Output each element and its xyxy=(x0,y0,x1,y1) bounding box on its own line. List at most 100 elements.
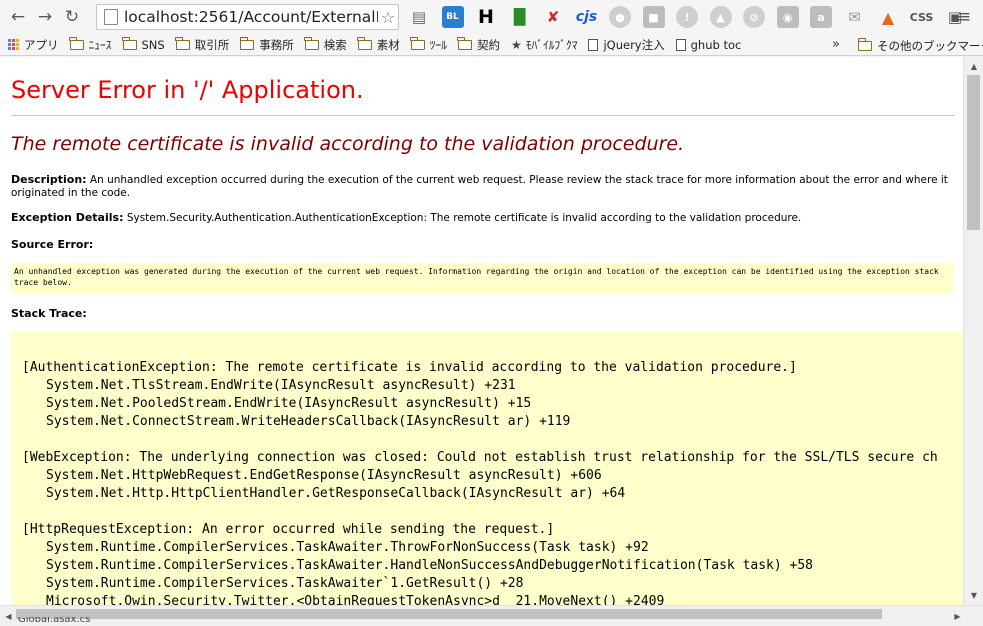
source-error-box: An unhandled exception was generated dur… xyxy=(11,263,954,293)
trace-frame: System.Runtime.CompilerServices.TaskAwai… xyxy=(46,558,814,573)
bookmark-label: 事務所 xyxy=(259,37,294,52)
bookmark-ghub-toc[interactable]: ghub toc xyxy=(675,37,742,52)
bookmark-folder-office[interactable]: 事務所 xyxy=(239,36,294,53)
bookmark-label: ﾆｭｰｽ xyxy=(88,37,112,52)
doc-icon xyxy=(588,38,599,51)
cjs-icon[interactable]: cjs xyxy=(576,6,598,28)
scroll-up-icon[interactable]: ▲ xyxy=(964,59,983,74)
url-text[interactable]: localhost:2561/Account/ExternalLog xyxy=(124,8,378,26)
bookmarks-bar: アプリ ﾆｭｰｽ SNS 取引所 事務所 検索 素材 ﾂｰﾙ 契約 ★ ﾓﾊﾞｲ… xyxy=(0,34,983,56)
extension-icons: ▤ BL H █ ✘ cjs ● ■ ! ▲ ⊘ ◉ a ✉ ▲ CSS ▣ xyxy=(408,6,978,28)
bookmark-label: ghub toc xyxy=(690,37,742,52)
folder-icon xyxy=(457,36,472,50)
vertical-scroll-thumb[interactable] xyxy=(967,75,980,230)
folder-icon xyxy=(357,36,372,50)
trace-frame: System.Runtime.CompilerServices.TaskAwai… xyxy=(46,576,524,591)
reload-icon[interactable]: ↻ xyxy=(60,5,84,29)
trace-frame: System.Net.TlsStream.EndWrite(IAsyncResu… xyxy=(46,378,516,393)
bars-icon[interactable]: █ xyxy=(509,6,531,28)
bookmark-jquery[interactable]: jQuery注入 xyxy=(588,37,665,53)
folder-icon xyxy=(69,36,84,50)
doc-icon xyxy=(675,38,686,51)
bookmark-apps[interactable]: アプリ xyxy=(8,37,59,53)
other-bookmarks[interactable]: その他のブックマーク xyxy=(857,38,983,54)
rss-icon[interactable]: ◉ xyxy=(776,6,799,28)
no-icon[interactable]: ⊘ xyxy=(743,6,765,28)
a-icon[interactable]: a xyxy=(810,6,832,28)
bookmark-star-icon[interactable]: ☆ xyxy=(378,8,398,27)
circle-icon[interactable]: ! xyxy=(676,6,698,28)
bookmarks-more-button[interactable]: » xyxy=(832,37,840,52)
bookmark-folder-search[interactable]: 検索 xyxy=(304,36,347,53)
error-message: The remote certificate is invalid accord… xyxy=(11,133,685,155)
taskbar-peek: Global.asax.cs xyxy=(18,617,91,625)
puzzle-icon[interactable]: ■ xyxy=(642,6,665,28)
bookmark-label: ﾓﾊﾞｲﾙﾌﾞｸﾏ xyxy=(525,37,578,52)
trace-blank xyxy=(22,503,963,521)
bookmark-folder-tools[interactable]: ﾂｰﾙ xyxy=(410,36,447,53)
exception-label: Exception Details: xyxy=(11,211,124,224)
scroll-right-icon[interactable]: ▶ xyxy=(950,606,965,626)
bookmark-folder-news[interactable]: ﾆｭｰｽ xyxy=(69,36,112,53)
forward-icon[interactable]: → xyxy=(33,5,57,29)
fire-icon[interactable]: ▲ xyxy=(877,6,899,28)
page-viewport: Server Error in '/' Application. The rem… xyxy=(0,57,963,605)
trace-frame: System.Net.ConnectStream.WriteHeadersCal… xyxy=(46,414,571,429)
folder-icon xyxy=(122,36,137,50)
page-icon xyxy=(104,9,118,25)
bookmark-label: 素材 xyxy=(376,37,400,52)
grey-icon-1[interactable]: ● xyxy=(609,6,631,28)
drive-icon[interactable]: ▲ xyxy=(709,6,732,28)
stack-trace-box: [AuthenticationException: The remote cer… xyxy=(11,332,963,605)
bl-icon[interactable]: BL xyxy=(441,6,464,28)
bookmark-label: ﾂｰﾙ xyxy=(429,37,447,52)
cast-icon[interactable]: ▤ xyxy=(408,6,430,28)
trace-frame: Microsoft.Owin.Security.Twitter.<ObtainR… xyxy=(46,594,665,605)
bookmark-folder-sns[interactable]: SNS xyxy=(122,36,165,52)
bookmark-label: SNS xyxy=(141,37,165,52)
bookmark-label: 契約 xyxy=(476,37,500,52)
folder-icon xyxy=(410,36,425,50)
horizontal-scroll-thumb[interactable] xyxy=(16,609,882,619)
trace-frame: System.Net.HttpWebRequest.EndGetResponse… xyxy=(46,468,602,483)
bookmark-label: 検索 xyxy=(323,37,347,52)
page-title: Server Error in '/' Application. xyxy=(11,76,364,104)
bookmark-folder-exchange[interactable]: 取引所 xyxy=(175,36,230,53)
trace-exception-header: [WebException: The underlying connection… xyxy=(22,450,938,465)
star-icon: ★ xyxy=(510,37,522,52)
trace-frame: System.Net.Http.HttpClientHandler.GetRes… xyxy=(46,486,626,501)
vertical-scrollbar[interactable]: ▲ ▼ xyxy=(963,57,983,605)
menu-icon[interactable]: ≡ xyxy=(953,6,975,28)
source-error-label: Source Error: xyxy=(11,238,94,251)
css-icon[interactable]: CSS xyxy=(910,6,934,28)
folder-icon xyxy=(857,38,872,51)
trace-blank xyxy=(22,431,963,449)
exception-details: Exception Details: System.Security.Authe… xyxy=(11,211,801,225)
folder-icon xyxy=(239,36,255,50)
trace-exception-header: [HttpRequestException: An error occurred… xyxy=(22,522,555,537)
h-icon[interactable]: H xyxy=(475,6,497,28)
bookmark-mobile[interactable]: ★ ﾓﾊﾞｲﾙﾌﾞｸﾏ xyxy=(511,37,578,53)
divider xyxy=(11,115,955,116)
folder-icon xyxy=(175,36,190,50)
address-bar[interactable]: localhost:2561/Account/ExternalLog ☆ xyxy=(96,4,399,30)
back-icon[interactable]: ← xyxy=(6,5,30,29)
bookmark-folder-contract[interactable]: 契約 xyxy=(457,36,500,53)
bookmark-label: 取引所 xyxy=(194,37,230,52)
apps-icon xyxy=(8,39,19,50)
mail-icon[interactable]: ✉ xyxy=(844,6,866,28)
scroll-down-icon[interactable]: ▼ xyxy=(964,588,983,603)
folder-icon xyxy=(304,36,319,50)
trace-exception-header: [AuthenticationException: The remote cer… xyxy=(22,360,797,375)
lock-icon[interactable]: ✘ xyxy=(542,6,564,28)
trace-frame: System.Net.PooledStream.EndWrite(IAsyncR… xyxy=(46,396,532,411)
horizontal-scrollbar[interactable]: ◀ ▶ xyxy=(0,605,983,625)
exception-text: System.Security.Authentication.Authentic… xyxy=(126,212,802,224)
bookmark-label: その他のブックマーク xyxy=(877,39,983,53)
trace-frame: System.Runtime.CompilerServices.TaskAwai… xyxy=(46,540,649,555)
description: Description: An unhandled exception occu… xyxy=(11,173,955,200)
bookmark-label: jQuery注入 xyxy=(603,37,665,52)
description-text: An unhandled exception occurred during t… xyxy=(11,174,948,199)
bookmark-folder-materials[interactable]: 素材 xyxy=(357,36,400,53)
stack-trace-label: Stack Trace: xyxy=(11,307,87,320)
